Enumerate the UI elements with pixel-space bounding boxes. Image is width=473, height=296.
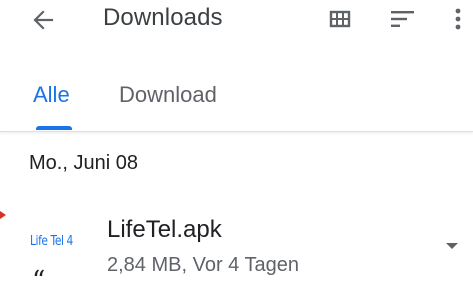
tab-alle[interactable]: Alle xyxy=(33,82,70,108)
top-app-bar: Downloads xyxy=(0,0,473,44)
grid-view-icon[interactable] xyxy=(329,10,351,28)
file-meta: 2,84 MB, Vor 4 Tagen xyxy=(107,254,299,276)
more-vert-icon[interactable] xyxy=(452,6,464,34)
tab-selected-indicator xyxy=(36,126,72,130)
tab-download[interactable]: Download xyxy=(119,82,217,108)
expand-more-icon[interactable] xyxy=(444,238,460,249)
tabs-divider xyxy=(0,131,473,132)
download-list-item[interactable]: Life Tel 4 “ LifeTel.apk 2,84 MB, Vor 4 … xyxy=(0,196,473,296)
section-date-header: Mo., Juni 08 xyxy=(29,152,138,174)
arrow-back-icon[interactable] xyxy=(30,8,58,32)
tab-bar: Alle Download xyxy=(0,72,473,132)
file-name: LifeTel.apk xyxy=(107,216,222,243)
thumbnail-quote-glyph: “ xyxy=(32,266,46,296)
sort-icon[interactable] xyxy=(391,10,415,28)
page-title: Downloads xyxy=(103,4,223,31)
file-thumbnail: Life Tel 4 xyxy=(30,234,73,249)
